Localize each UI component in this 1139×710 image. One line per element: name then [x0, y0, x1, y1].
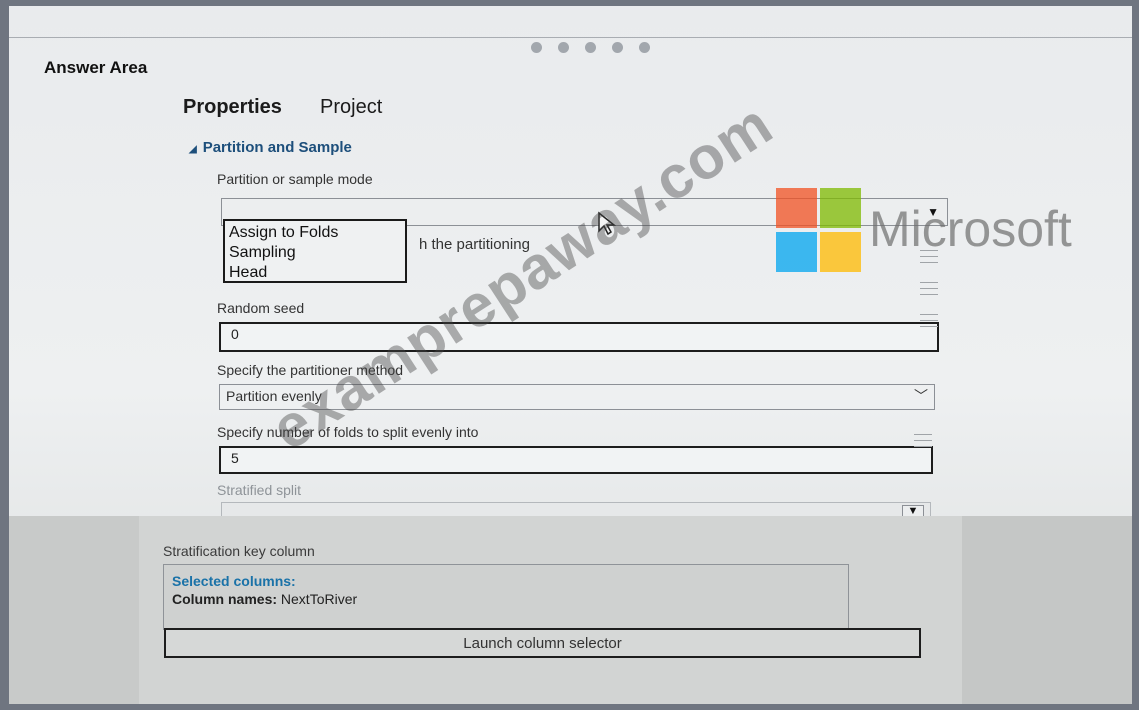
column-names-value: NextToRiver — [280, 591, 358, 607]
chevron-down-icon[interactable]: ﹀ — [914, 386, 928, 406]
selected-columns-header: Selected columns: — [172, 573, 296, 589]
dot — [612, 42, 623, 53]
option-assign-to-folds[interactable]: Assign to Folds — [229, 223, 405, 243]
partition-mode-dropdown-list: Assign to Folds Sampling Head — [223, 219, 407, 283]
option-head[interactable]: Head — [229, 263, 405, 283]
dot — [639, 42, 650, 53]
partition-mode-label: Partition or sample mode — [217, 171, 373, 187]
dot — [531, 42, 542, 53]
microsoft-wordmark: Microsoft — [869, 201, 1072, 257]
collapse-triangle-icon[interactable]: ◢ — [189, 144, 197, 155]
microsoft-logo-icon — [776, 188, 862, 272]
tab-project[interactable]: Project — [320, 96, 382, 119]
stratified-split-label: Stratified split — [217, 482, 302, 498]
folds-input[interactable]: 5 — [219, 446, 933, 474]
dot — [558, 42, 569, 53]
dot — [585, 42, 596, 53]
section-partition-and-sample[interactable]: ◢ Partition and Sample — [189, 139, 352, 156]
selected-columns-panel: Selected columns: Column names: NextToRi… — [163, 564, 849, 630]
column-names-row: Column names: NextToRiver — [172, 591, 848, 607]
option-sampling[interactable]: Sampling — [229, 243, 405, 263]
page-title: Answer Area — [44, 58, 148, 77]
drag-handle-icon[interactable] — [920, 282, 938, 300]
screen-photo: Answer Area Properties Project ◢ Partitio… — [9, 6, 1132, 704]
section-title: Partition and Sample — [202, 139, 352, 156]
drag-handle-icon[interactable] — [914, 434, 932, 452]
window-divider — [9, 37, 1132, 38]
tab-properties[interactable]: Properties — [183, 96, 282, 119]
shadow-left — [9, 516, 139, 704]
column-names-label: Column names: — [172, 591, 278, 607]
random-seed-input[interactable]: 0 — [219, 322, 939, 352]
drag-handle-icon[interactable] — [920, 314, 938, 332]
loading-dots — [531, 42, 650, 53]
random-seed-label: Random seed — [217, 300, 305, 316]
launch-column-selector-button[interactable]: Launch column selector — [164, 628, 921, 658]
stratification-key-label: Stratification key column — [163, 543, 315, 559]
shadow-right — [962, 516, 1132, 704]
